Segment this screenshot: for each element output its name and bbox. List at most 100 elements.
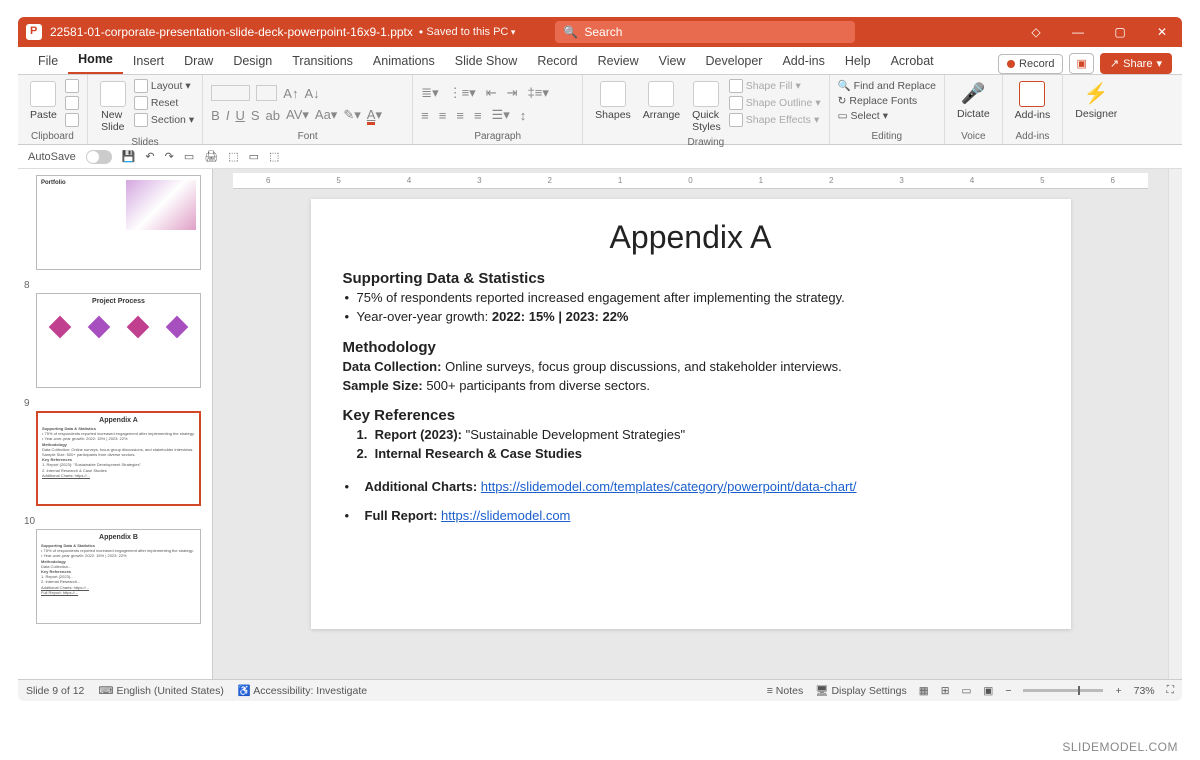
heading-methodology[interactable]: Methodology bbox=[343, 339, 1039, 356]
link-full-report[interactable]: https://slidemodel.com bbox=[441, 508, 570, 523]
shadow-button[interactable]: ab bbox=[266, 108, 280, 123]
link-additional-charts[interactable]: https://slidemodel.com/templates/categor… bbox=[481, 479, 857, 494]
case-button[interactable]: Aa▾ bbox=[315, 107, 337, 123]
font-color-button[interactable]: A▾ bbox=[367, 107, 382, 123]
bullets-button[interactable]: ≣▾ bbox=[421, 85, 438, 101]
italic-button[interactable]: I bbox=[226, 108, 230, 123]
replace-fonts-button[interactable]: ↻Replace Fonts bbox=[838, 95, 936, 107]
qat-icon[interactable]: ⬚ bbox=[269, 150, 279, 163]
zoom-in-button[interactable]: + bbox=[1115, 685, 1121, 697]
align-left-button[interactable]: ≡ bbox=[421, 108, 429, 123]
numbered-item[interactable]: 2. Internal Research & Case Studies bbox=[343, 445, 1039, 464]
new-slide-button[interactable]: New Slide bbox=[96, 79, 130, 135]
slide-thumbnails[interactable]: Portfolio 8 Project Process 9 bbox=[18, 169, 213, 679]
tab-review[interactable]: Review bbox=[588, 48, 649, 74]
paste-button[interactable]: Paste bbox=[26, 79, 61, 123]
text-line[interactable]: Data Collection: Online surveys, focus g… bbox=[343, 358, 1039, 377]
tab-record[interactable]: Record bbox=[527, 48, 587, 74]
share-button[interactable]: ↗Share ▾ bbox=[1100, 53, 1172, 74]
cut-button[interactable] bbox=[65, 79, 79, 93]
qat-icon[interactable]: ⬚ bbox=[228, 150, 238, 163]
section-button[interactable]: Section ▾ bbox=[134, 113, 194, 127]
undo-button[interactable]: ↶ bbox=[145, 150, 154, 163]
heading-support[interactable]: Supporting Data & Statistics bbox=[343, 270, 1039, 287]
tab-design[interactable]: Design bbox=[223, 48, 282, 74]
dictate-button[interactable]: 🎤Dictate bbox=[953, 79, 994, 122]
strike-button[interactable]: S bbox=[251, 108, 260, 123]
shape-effects-button[interactable]: Shape Effects ▾ bbox=[729, 113, 821, 127]
underline-button[interactable]: U bbox=[235, 108, 244, 123]
tab-home[interactable]: Home bbox=[68, 46, 123, 74]
line-spacing-button[interactable]: ‡≡▾ bbox=[528, 85, 549, 101]
qat-icon[interactable]: ▭ bbox=[184, 150, 194, 163]
autosave-toggle[interactable] bbox=[86, 150, 112, 164]
reset-button[interactable]: Reset bbox=[134, 96, 194, 110]
bullet-item[interactable]: Additional Charts: https://slidemodel.co… bbox=[343, 478, 1039, 497]
tab-view[interactable]: View bbox=[649, 48, 696, 74]
designer-button[interactable]: ⚡Designer bbox=[1071, 79, 1121, 122]
maximize-button[interactable]: ▢ bbox=[1108, 20, 1132, 44]
record-button[interactable]: Record bbox=[998, 54, 1063, 74]
tab-developer[interactable]: Developer bbox=[695, 48, 772, 74]
indent-inc-button[interactable]: ⇥ bbox=[507, 85, 518, 101]
numbering-button[interactable]: ⋮≡▾ bbox=[449, 85, 476, 101]
addins-button[interactable]: Add-ins bbox=[1011, 79, 1055, 123]
numbered-item[interactable]: 1. Report (2023): "Sustainable Developme… bbox=[343, 426, 1039, 445]
language-status[interactable]: ⌨ English (United States) bbox=[98, 685, 223, 697]
bullet-item[interactable]: Year-over-year growth: 2022: 15% | 2023:… bbox=[343, 308, 1039, 327]
indent-dec-button[interactable]: ⇤ bbox=[486, 85, 497, 101]
decrease-font-button[interactable]: A↓ bbox=[304, 86, 319, 101]
reading-view-button[interactable]: ▭ bbox=[962, 685, 972, 697]
bullet-item[interactable]: Full Report: https://slidemodel.com bbox=[343, 507, 1039, 526]
notes-button[interactable]: ≡ Notes bbox=[767, 685, 803, 697]
thumb-7[interactable]: Portfolio bbox=[24, 175, 206, 270]
saved-status[interactable]: Saved to this PC bbox=[426, 26, 515, 38]
normal-view-button[interactable]: ▦ bbox=[919, 685, 929, 697]
zoom-level[interactable]: 73% bbox=[1134, 685, 1155, 697]
heading-references[interactable]: Key References bbox=[343, 407, 1039, 424]
ribbon-display-icon[interactable]: ◇ bbox=[1024, 20, 1048, 44]
format-painter-button[interactable] bbox=[65, 113, 79, 127]
save-button[interactable]: 💾 bbox=[122, 150, 136, 163]
find-replace-button[interactable]: 🔍Find and Replace bbox=[838, 79, 936, 92]
zoom-slider[interactable] bbox=[1023, 689, 1103, 692]
font-family-combo[interactable] bbox=[211, 85, 250, 101]
search-box[interactable]: 🔍 Search bbox=[555, 21, 855, 43]
slide-canvas[interactable]: Appendix A Supporting Data & Statistics … bbox=[311, 199, 1071, 629]
fit-to-window-button[interactable]: ⛶ bbox=[1167, 684, 1174, 697]
accessibility-status[interactable]: ♿ Accessibility: Investigate bbox=[238, 684, 367, 697]
display-settings-button[interactable]: 🖥 Display Settings bbox=[815, 684, 907, 697]
spacing-button[interactable]: AV▾ bbox=[286, 107, 309, 123]
qat-icon[interactable]: ▭ bbox=[249, 150, 259, 163]
increase-font-button[interactable]: A↑ bbox=[283, 86, 298, 101]
qat-icon[interactable]: 🖨 bbox=[204, 150, 218, 163]
tab-file[interactable]: File bbox=[28, 48, 68, 74]
shape-outline-button[interactable]: Shape Outline ▾ bbox=[729, 96, 821, 110]
tab-draw[interactable]: Draw bbox=[174, 48, 223, 74]
shapes-button[interactable]: Shapes bbox=[591, 79, 635, 123]
slide-counter[interactable]: Slide 9 of 12 bbox=[26, 685, 84, 697]
tab-insert[interactable]: Insert bbox=[123, 48, 174, 74]
arrange-button[interactable]: Arrange bbox=[639, 79, 684, 123]
tab-slideshow[interactable]: Slide Show bbox=[445, 48, 528, 74]
tab-acrobat[interactable]: Acrobat bbox=[881, 48, 944, 74]
columns-button[interactable]: ☰▾ bbox=[492, 107, 510, 123]
quick-styles-button[interactable]: Quick Styles bbox=[688, 79, 725, 135]
close-button[interactable]: ✕ bbox=[1150, 20, 1174, 44]
thumb-10[interactable]: 10 Appendix B Supporting Data & Statisti… bbox=[24, 516, 206, 624]
font-size-combo[interactable] bbox=[256, 85, 277, 101]
highlight-button[interactable]: ✎▾ bbox=[343, 107, 360, 123]
redo-button[interactable]: ↷ bbox=[165, 150, 174, 163]
tab-addins[interactable]: Add-ins bbox=[772, 48, 834, 74]
minimize-button[interactable]: — bbox=[1066, 20, 1090, 44]
thumb-8[interactable]: 8 Project Process bbox=[24, 280, 206, 388]
tab-help[interactable]: Help bbox=[835, 48, 881, 74]
layout-button[interactable]: Layout ▾ bbox=[134, 79, 194, 93]
text-line[interactable]: Sample Size: 500+ participants from dive… bbox=[343, 377, 1039, 396]
justify-button[interactable]: ≡ bbox=[474, 108, 482, 123]
slideshow-view-button[interactable]: ▣ bbox=[983, 685, 993, 697]
zoom-out-button[interactable]: − bbox=[1005, 685, 1011, 697]
slide-title[interactable]: Appendix A bbox=[343, 219, 1039, 256]
present-button[interactable]: ▣ bbox=[1069, 53, 1093, 74]
vertical-scrollbar[interactable] bbox=[1168, 169, 1182, 679]
